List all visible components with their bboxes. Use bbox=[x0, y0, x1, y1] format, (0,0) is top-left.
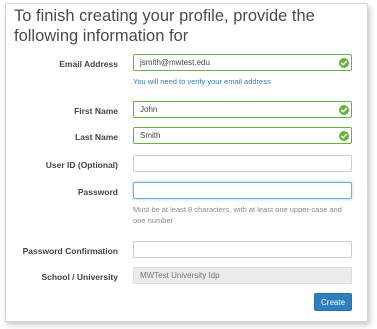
first-name-field[interactable] bbox=[133, 101, 352, 118]
email-valid-check-icon bbox=[339, 58, 349, 68]
last-name-field[interactable] bbox=[133, 127, 352, 144]
school-field bbox=[133, 267, 352, 284]
password-confirmation-label: Password Confirmation bbox=[22, 246, 118, 256]
email-label: Email Address bbox=[59, 59, 118, 69]
password-requirements-hint: Must be at least 8 characters, with at l… bbox=[133, 205, 342, 225]
password-label: Password bbox=[77, 187, 118, 197]
user-id-field[interactable] bbox=[133, 155, 352, 172]
first-name-label: First Name bbox=[74, 106, 118, 116]
create-button[interactable]: Create bbox=[314, 293, 352, 311]
school-label: School / University bbox=[41, 272, 118, 282]
password-field[interactable] bbox=[133, 182, 352, 199]
last-name-valid-check-icon bbox=[339, 131, 349, 141]
last-name-label: Last Name bbox=[75, 132, 118, 142]
email-field[interactable] bbox=[133, 54, 352, 71]
password-confirmation-field[interactable] bbox=[133, 241, 352, 258]
page-title: To finish creating your profile, provide… bbox=[14, 7, 315, 45]
user-id-label: User ID (Optional) bbox=[45, 160, 118, 170]
first-name-valid-check-icon bbox=[339, 105, 349, 115]
email-verify-hint: You will need to verify your email addre… bbox=[133, 77, 271, 86]
